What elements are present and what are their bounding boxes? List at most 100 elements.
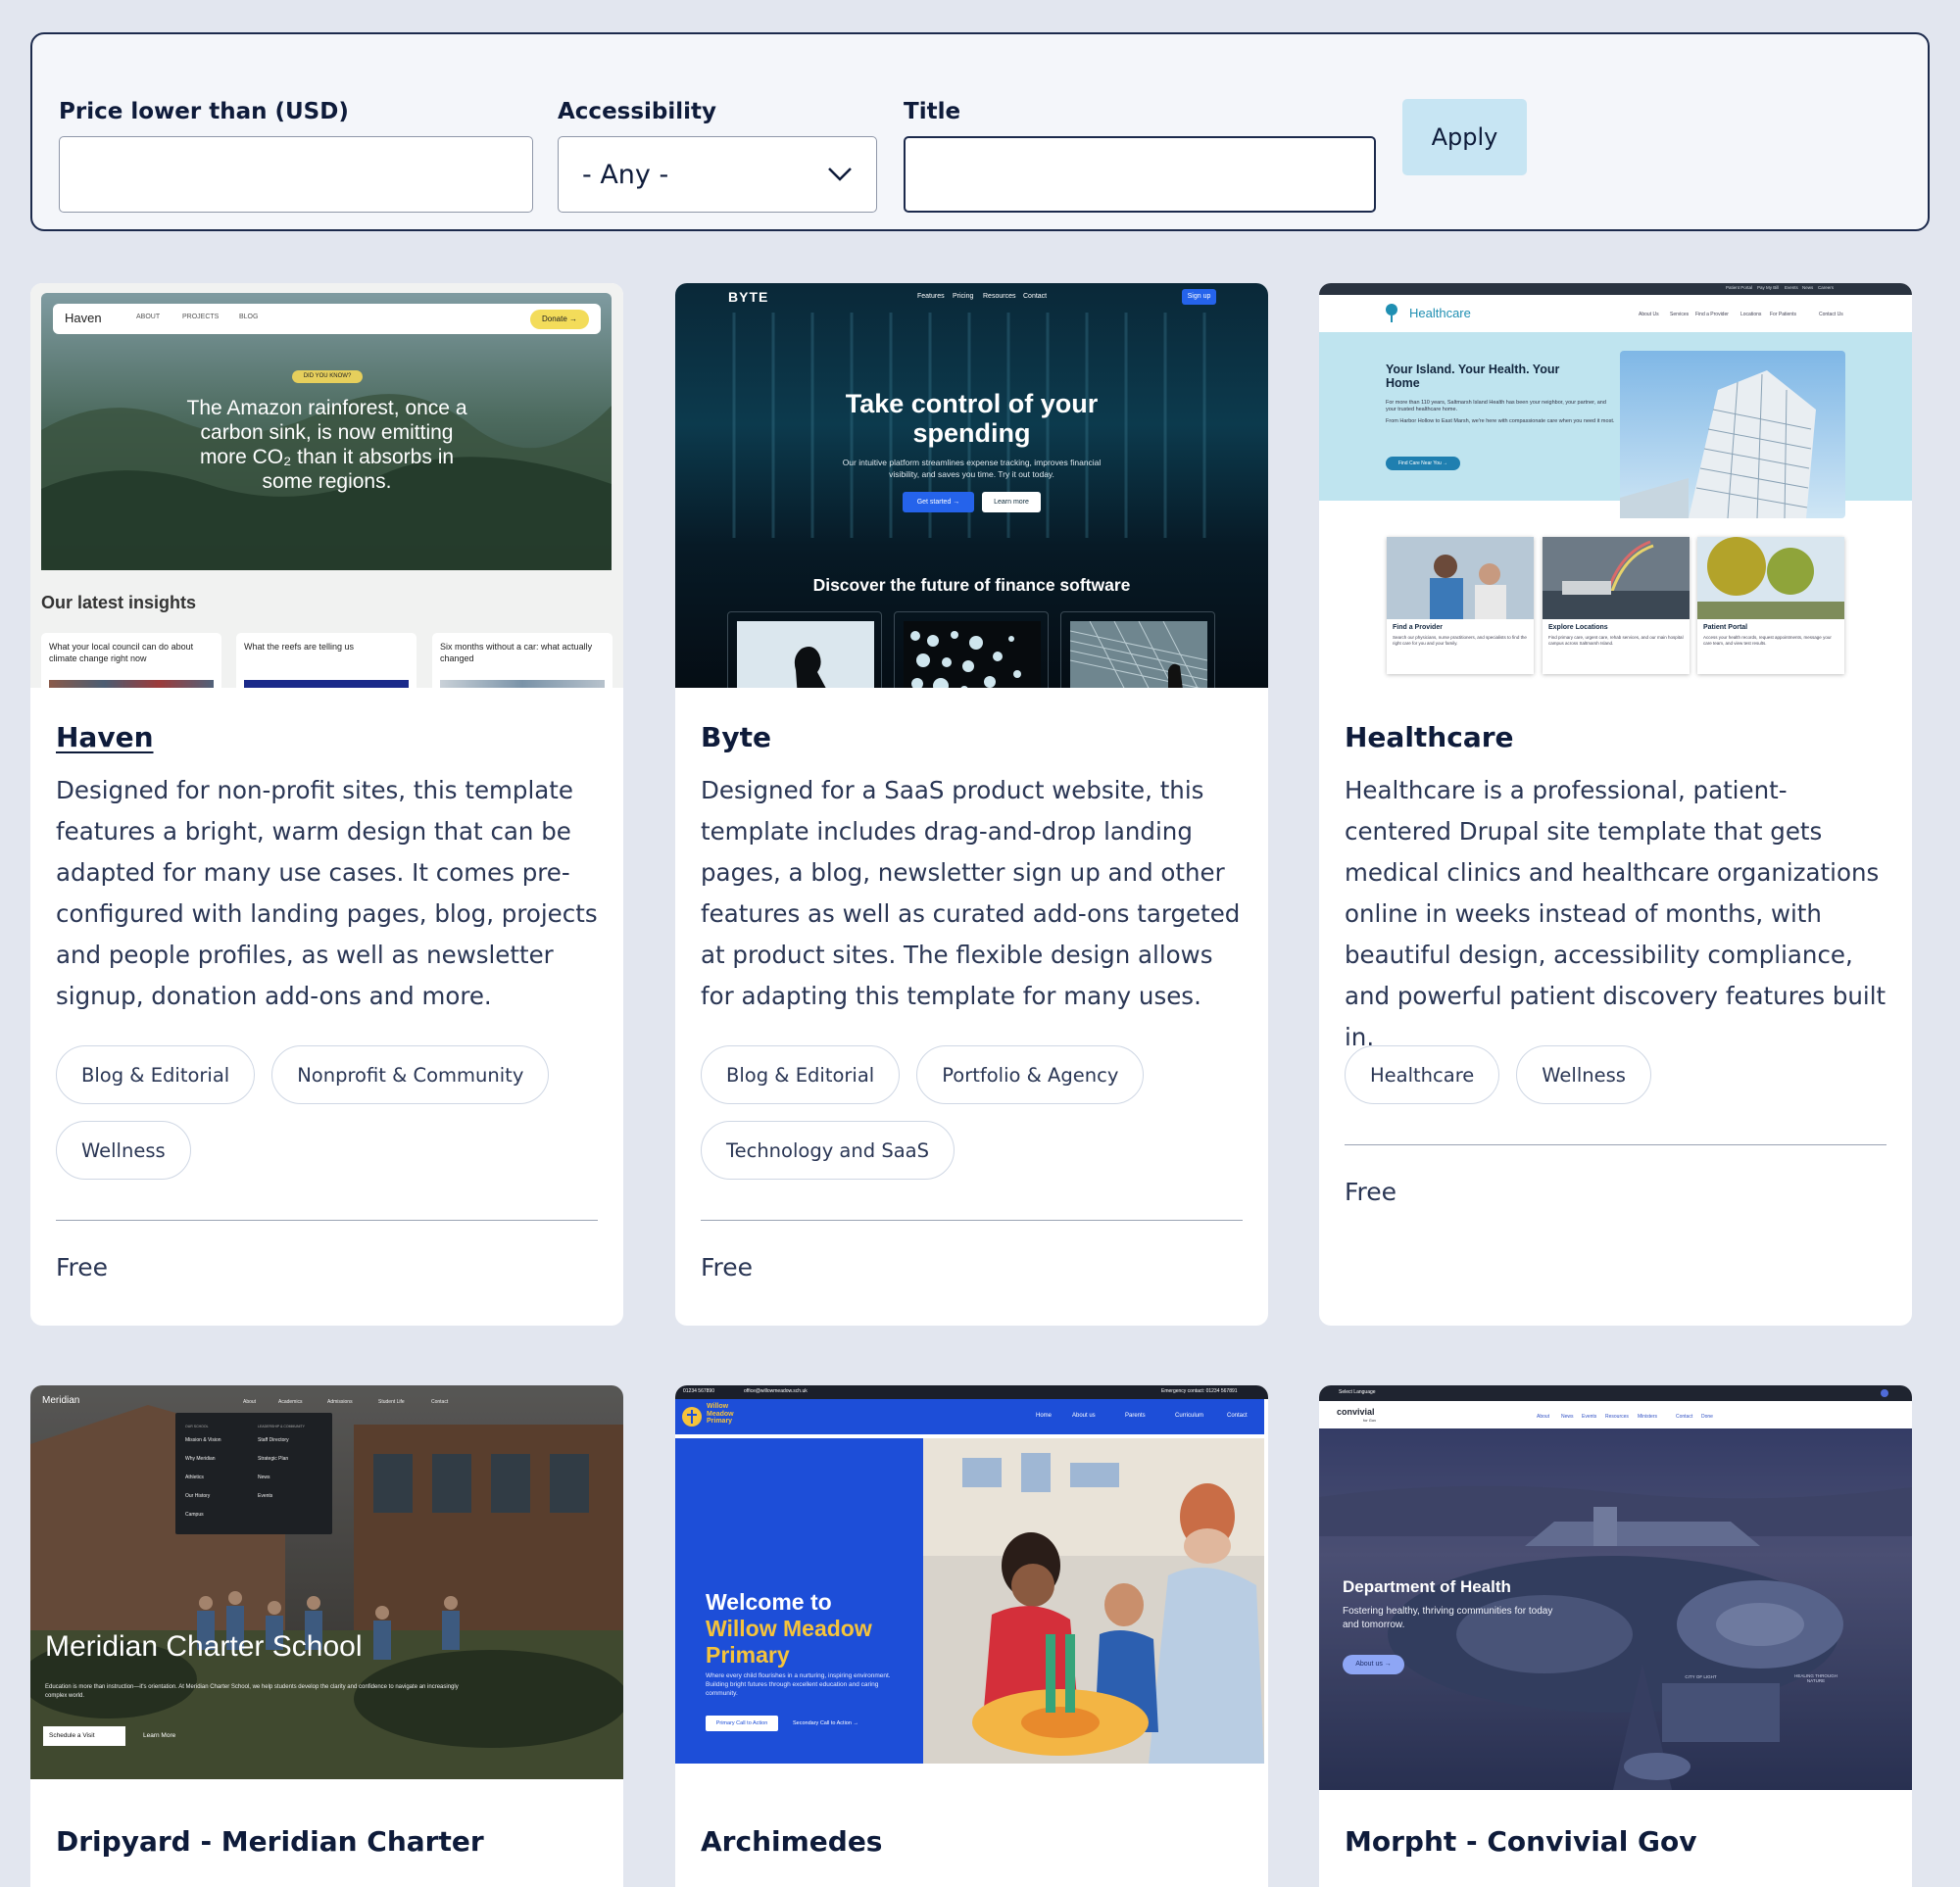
convivial-nav-item: Resources	[1605, 1414, 1629, 1420]
template-price: Free	[56, 1253, 109, 1282]
archimedes-nav-item: Parents	[1125, 1413, 1146, 1419]
card-divider	[701, 1220, 1243, 1221]
healthcare-hero-text: For more than 110 years, Saltmarsh Islan…	[1386, 400, 1615, 424]
silhouette-image	[737, 621, 874, 688]
tag[interactable]: Wellness	[1516, 1045, 1651, 1104]
convivial-nav-item: Contact	[1676, 1414, 1693, 1420]
template-price: Free	[1345, 1178, 1397, 1206]
mesh-image	[1070, 621, 1207, 688]
tag[interactable]: Blog & Editorial	[701, 1045, 901, 1104]
convivial-nav-item: Ministers	[1638, 1414, 1658, 1420]
doctor-patient-image	[1387, 537, 1534, 619]
healthcare-tile: Explore Locations Find primary care, urg…	[1543, 537, 1690, 674]
convivial-nav-item: News	[1561, 1414, 1574, 1420]
convivial-nav-item: About	[1537, 1414, 1550, 1420]
byte-hero-subtext: Our intuitive platform streamlines expen…	[842, 458, 1102, 479]
template-card-meridian: Meridian About Academics Admissions Stud…	[30, 1385, 623, 1887]
haven-hero-text: The Amazon rainforest, once a carbon sin…	[186, 397, 467, 493]
haven-post-card: What the reefs are telling us	[236, 633, 416, 688]
convivial-hero-heading: Department of Health	[1343, 1577, 1511, 1596]
template-preview-image[interactable]: 01234 567890 office@willowmeadow.sch.uk …	[675, 1385, 1268, 1779]
haven-logo: Haven	[65, 311, 102, 325]
healthcare-nav-item: Locations	[1740, 312, 1762, 317]
meridian-nav-item: About	[243, 1399, 257, 1405]
byte-hero-heading: Take control of your spending	[845, 389, 1099, 448]
template-preview-image[interactable]: Select Language convivial for Gov About …	[1319, 1385, 1912, 1790]
convivial-nav-item: Events	[1582, 1414, 1597, 1420]
healthcare-tile: Patient Portal Access your health record…	[1697, 537, 1844, 674]
campus-sign: HEALING THROUGH NATURE	[1794, 1673, 1838, 1683]
haven-navbar: Haven ABOUT PROJECTS BLOG Donate →	[53, 304, 601, 334]
template-title-link[interactable]: Byte	[701, 721, 771, 753]
apply-button[interactable]: Apply	[1402, 99, 1527, 175]
tag[interactable]: Portfolio & Agency	[916, 1045, 1145, 1104]
template-preview-image[interactable]: Meridian About Academics Admissions Stud…	[30, 1385, 623, 1779]
template-title-link[interactable]: Haven	[56, 721, 154, 753]
template-title-link[interactable]: Healthcare	[1345, 721, 1514, 753]
accessibility-filter-label: Accessibility	[558, 99, 717, 124]
byte-nav-item: Features	[917, 293, 945, 300]
byte-nav-item: Contact	[1023, 293, 1048, 300]
tag[interactable]: Technology and SaaS	[701, 1121, 955, 1180]
template-tags: Blog & Editorial Portfolio & Agency Tech…	[701, 1045, 1250, 1180]
healthcare-logo: Healthcare	[1409, 306, 1471, 320]
archimedes-hero-text: Where every child flourishes in a nurtur…	[706, 1672, 891, 1697]
template-tags: Healthcare Wellness	[1345, 1045, 1893, 1104]
tag[interactable]: Blog & Editorial	[56, 1045, 256, 1104]
template-card-convivial: Select Language convivial for Gov About …	[1319, 1385, 1912, 1887]
card-divider	[1345, 1144, 1886, 1145]
chevron-down-icon	[828, 168, 852, 181]
template-title-link[interactable]: Archimedes	[701, 1825, 882, 1858]
accessibility-select[interactable]: - Any -	[558, 136, 877, 213]
archimedes-nav-item: Curriculum	[1175, 1413, 1204, 1419]
healthcare-nav-item: Services	[1670, 312, 1690, 317]
healthcare-tile: Find a Provider Search our physicians, n…	[1387, 537, 1534, 674]
template-title-link[interactable]: Dripyard - Meridian Charter	[56, 1825, 484, 1858]
byte-nav-item: Pricing	[953, 293, 974, 300]
convivial-logo-sub: for Gov	[1363, 1418, 1377, 1423]
template-preview-image[interactable]: Haven ABOUT PROJECTS BLOG Donate → DID Y…	[30, 283, 623, 688]
meridian-learn-more-link: Learn More	[143, 1732, 176, 1739]
byte-learn-more-button: Learn more	[982, 492, 1041, 512]
title-filter-input[interactable]	[904, 136, 1376, 213]
willow-logo: Willow Meadow Primary	[707, 1403, 734, 1425]
healthcare-hero-heading: Your Island. Your Health. Your Home	[1386, 363, 1560, 390]
haven-nav-item: PROJECTS	[182, 314, 220, 320]
convivial-about-button: About us →	[1343, 1655, 1404, 1674]
convivial-nav-item: Done	[1701, 1414, 1713, 1420]
tag[interactable]: Nonprofit & Community	[271, 1045, 550, 1104]
haven-badge: DID YOU KNOW?	[292, 370, 363, 383]
healthcare-nav-item: Find a Provider	[1695, 312, 1729, 317]
meridian-nav-item: Admissions	[327, 1399, 353, 1405]
template-price: Free	[701, 1253, 754, 1282]
template-title-link[interactable]: Morpht - Convivial Gov	[1345, 1825, 1697, 1858]
price-filter-label: Price lower than (USD)	[59, 99, 349, 124]
meridian-hero-heading: Meridian Charter School	[45, 1630, 363, 1663]
archimedes-hero-panel: Welcome to Willow Meadow Primary Where e…	[675, 1438, 923, 1764]
healthcare-nav-item: Contact Us	[1819, 312, 1843, 317]
healthcare-logo-icon	[1386, 304, 1397, 322]
classroom-children-image	[923, 1438, 1264, 1764]
park-trees-image	[1697, 537, 1844, 619]
meridian-nav-item: Student Life	[378, 1399, 405, 1405]
byte-nav-item: Resources	[983, 293, 1016, 300]
tag[interactable]: Wellness	[56, 1121, 191, 1180]
byte-feature-tile	[1060, 611, 1215, 688]
hospital-building-image	[1620, 351, 1845, 518]
meridian-nav-item: Contact	[431, 1399, 449, 1405]
template-preview-image[interactable]: BYTE Features Pricing Resources Contact …	[675, 283, 1268, 688]
template-description: Healthcare is a professional, patient-ce…	[1345, 776, 1886, 1051]
convivial-topbar: Select Language	[1319, 1385, 1912, 1401]
healthcare-nav-item: About Us	[1639, 312, 1659, 317]
convivial-hero-text: Fostering healthy, thriving communities …	[1343, 1606, 1553, 1630]
haven-donate-button: Donate →	[530, 310, 589, 329]
archimedes-secondary-cta: Secondary Call to Action →	[793, 1720, 858, 1726]
tag[interactable]: Healthcare	[1345, 1045, 1500, 1104]
meridian-hero-text: Education is more than instruction—it's …	[45, 1684, 459, 1699]
archimedes-nav-item: Home	[1036, 1413, 1053, 1419]
byte-get-started-button: Get started →	[903, 492, 974, 512]
price-filter-input[interactable]	[59, 136, 533, 213]
template-preview-image[interactable]: Patient Portal Pay My Bill Events News C…	[1319, 283, 1912, 688]
haven-nav-item: ABOUT	[136, 314, 161, 320]
haven-section-title: Our latest insights	[41, 593, 197, 612]
